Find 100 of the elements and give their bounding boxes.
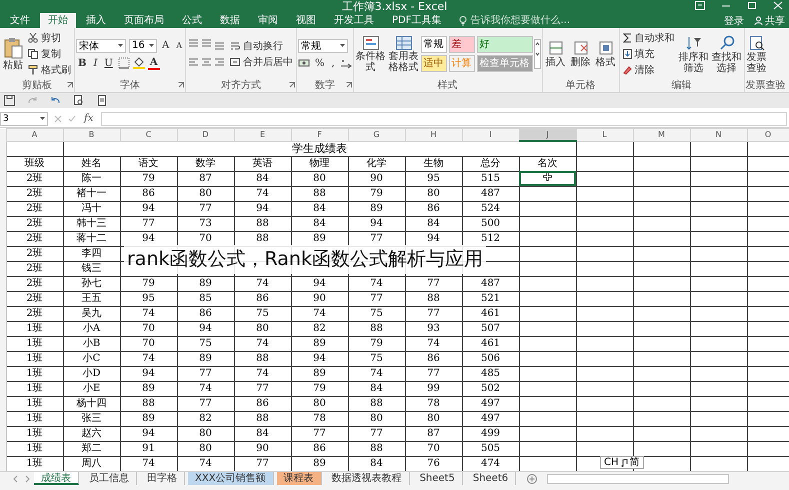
cut-button[interactable]: 剪切: [26, 31, 73, 45]
font-family-dropdown[interactable]: 宋体: [76, 38, 126, 52]
column-header[interactable]: C: [146, 130, 152, 140]
italic-button[interactable]: I: [91, 56, 100, 70]
ribbon-tab[interactable]: 插入: [78, 13, 114, 28]
format-button[interactable]: 格式: [594, 39, 618, 69]
rank-cell[interactable]: [519, 291, 576, 306]
sheet-tab[interactable]: 课程表: [276, 472, 322, 485]
dialog-launcher-icon[interactable]: [289, 82, 296, 88]
rank-cell[interactable]: [519, 411, 576, 426]
clear-button[interactable]: 清除: [620, 63, 677, 77]
cell-style-swatch[interactable]: 常规: [420, 36, 447, 53]
column-header[interactable]: O: [764, 130, 772, 140]
dialog-launcher-icon[interactable]: [346, 82, 352, 88]
copy-button[interactable]: 复制: [26, 47, 73, 61]
ime-indicator[interactable]: CH 简: [600, 456, 644, 469]
add-sheet-icon[interactable]: [527, 474, 538, 484]
rank-cell[interactable]: [519, 186, 576, 201]
conditional-format-button[interactable]: 条件格式: [354, 34, 387, 74]
format-as-table-button[interactable]: 套用表格格式: [388, 34, 420, 74]
cell-style-swatch[interactable]: 差: [448, 36, 475, 53]
ribbon-tab[interactable]: 页面布局: [116, 13, 172, 28]
column-header[interactable]: D: [202, 130, 209, 140]
column-header[interactable]: L: [602, 130, 607, 140]
fill-button[interactable]: 填充: [620, 47, 677, 61]
sheet-tab[interactable]: XXX公司销售额: [188, 472, 274, 485]
sign-in-button[interactable]: 登录: [720, 13, 748, 28]
maximize-icon[interactable]: [747, 1, 757, 10]
merge-center-button[interactable]: 合并后居中: [228, 55, 296, 69]
close-icon[interactable]: [773, 1, 783, 10]
format-painter-button[interactable]: 格式刷: [26, 63, 73, 77]
column-header[interactable]: A: [32, 130, 38, 140]
column-header[interactable]: I: [489, 130, 492, 140]
rank-cell[interactable]: [519, 171, 576, 186]
comma-button[interactable]: ,: [330, 56, 337, 70]
font-color-button[interactable]: A: [148, 56, 160, 70]
rank-cell[interactable]: [519, 321, 576, 336]
undo-icon[interactable]: [50, 95, 61, 106]
ribbon-tab[interactable]: PDF工具集: [384, 13, 450, 28]
sheet-tab[interactable]: 成绩表: [34, 472, 79, 485]
insert-button[interactable]: 插入: [544, 39, 568, 69]
paste-button[interactable]: 粘贴: [1, 36, 25, 72]
formula-input[interactable]: [101, 112, 787, 126]
column-header[interactable]: E: [260, 130, 266, 140]
find-select-button[interactable]: 查找和选择: [710, 34, 743, 74]
ribbon-display-icon[interactable]: [695, 1, 705, 10]
horizontal-scrollbar[interactable]: [547, 474, 729, 484]
gallery-scroll-icon[interactable]: [534, 39, 541, 69]
rank-cell[interactable]: [519, 276, 576, 291]
cell-style-swatch[interactable]: 适中: [420, 55, 447, 72]
rank-cell[interactable]: [519, 201, 576, 216]
bold-button[interactable]: B: [76, 56, 88, 70]
sort-filter-button[interactable]: 排序和筛选: [678, 34, 710, 74]
decimal-icon[interactable]: [340, 57, 352, 69]
rank-cell[interactable]: [519, 216, 576, 231]
ribbon-tab[interactable]: 开发工具: [326, 13, 382, 28]
save-icon[interactable]: [4, 95, 15, 106]
next-sheet-icon[interactable]: [23, 474, 31, 482]
rank-cell[interactable]: [519, 336, 576, 351]
column-header[interactable]: N: [716, 130, 722, 140]
rank-cell[interactable]: [519, 246, 576, 261]
delete-button[interactable]: 删除: [568, 39, 593, 69]
grow-font-button[interactable]: A: [160, 39, 172, 52]
rank-cell[interactable]: [519, 351, 576, 366]
shrink-font-button[interactable]: A: [174, 39, 184, 52]
rank-cell[interactable]: [519, 396, 576, 411]
number-format-dropdown[interactable]: 常规: [298, 38, 348, 52]
tell-me-field[interactable]: 告诉我你想要做什么...: [459, 13, 600, 28]
share-button[interactable]: 共享: [750, 13, 789, 28]
border-icon[interactable]: [118, 57, 130, 69]
cell-style-swatch[interactable]: 好: [476, 36, 533, 53]
ribbon-tab[interactable]: 视图: [288, 13, 324, 28]
column-header[interactable]: F: [317, 130, 322, 140]
previous-sheet-icon[interactable]: [12, 474, 20, 482]
checkmark-icon[interactable]: [68, 114, 76, 122]
column-header[interactable]: H: [430, 130, 436, 140]
rank-cell[interactable]: [519, 441, 576, 456]
dialog-launcher-icon[interactable]: [67, 82, 73, 88]
ribbon-tab[interactable]: 数据: [212, 13, 248, 28]
fill-bucket-icon[interactable]: [132, 57, 145, 69]
ribbon-tab[interactable]: 开始: [40, 13, 76, 28]
rank-cell[interactable]: [519, 426, 576, 441]
insert-function-button[interactable]: fx: [82, 113, 96, 124]
font-size-dropdown[interactable]: 16: [129, 38, 157, 52]
rank-cell[interactable]: [519, 231, 576, 246]
column-header[interactable]: G: [373, 130, 380, 140]
underline-button[interactable]: U: [102, 56, 115, 70]
invoice-check-button[interactable]: 发票查验: [746, 34, 768, 74]
name-box[interactable]: 3: [0, 112, 48, 126]
column-header[interactable]: B: [88, 130, 94, 140]
dialog-launcher-icon[interactable]: [178, 82, 184, 88]
autosum-button[interactable]: 自动求和: [620, 31, 677, 45]
percent-button[interactable]: %: [313, 56, 327, 70]
column-header[interactable]: M: [658, 130, 665, 140]
ribbon-tab[interactable]: 公式: [174, 13, 210, 28]
rank-cell[interactable]: [519, 306, 576, 321]
ribbon-tab[interactable]: 文件: [2, 13, 38, 28]
wrap-text-button[interactable]: 自动换行: [228, 39, 296, 53]
document-icon[interactable]: [96, 95, 107, 106]
rank-cell[interactable]: [519, 261, 576, 276]
